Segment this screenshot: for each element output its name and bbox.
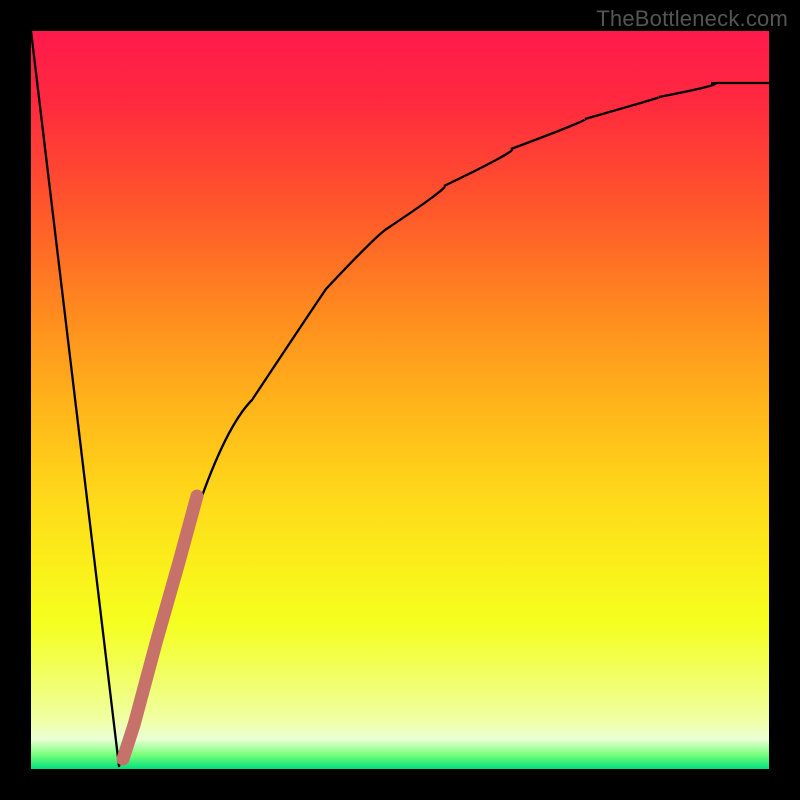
watermark-text: TheBottleneck.com	[596, 6, 788, 32]
plot-area	[31, 31, 769, 769]
highlight-segment-path	[123, 496, 197, 759]
right-curve-path	[119, 83, 769, 766]
left-descent-path	[31, 31, 119, 766]
chart-frame: TheBottleneck.com	[0, 0, 800, 800]
curve-layer	[31, 31, 769, 766]
chart-svg	[31, 31, 769, 769]
